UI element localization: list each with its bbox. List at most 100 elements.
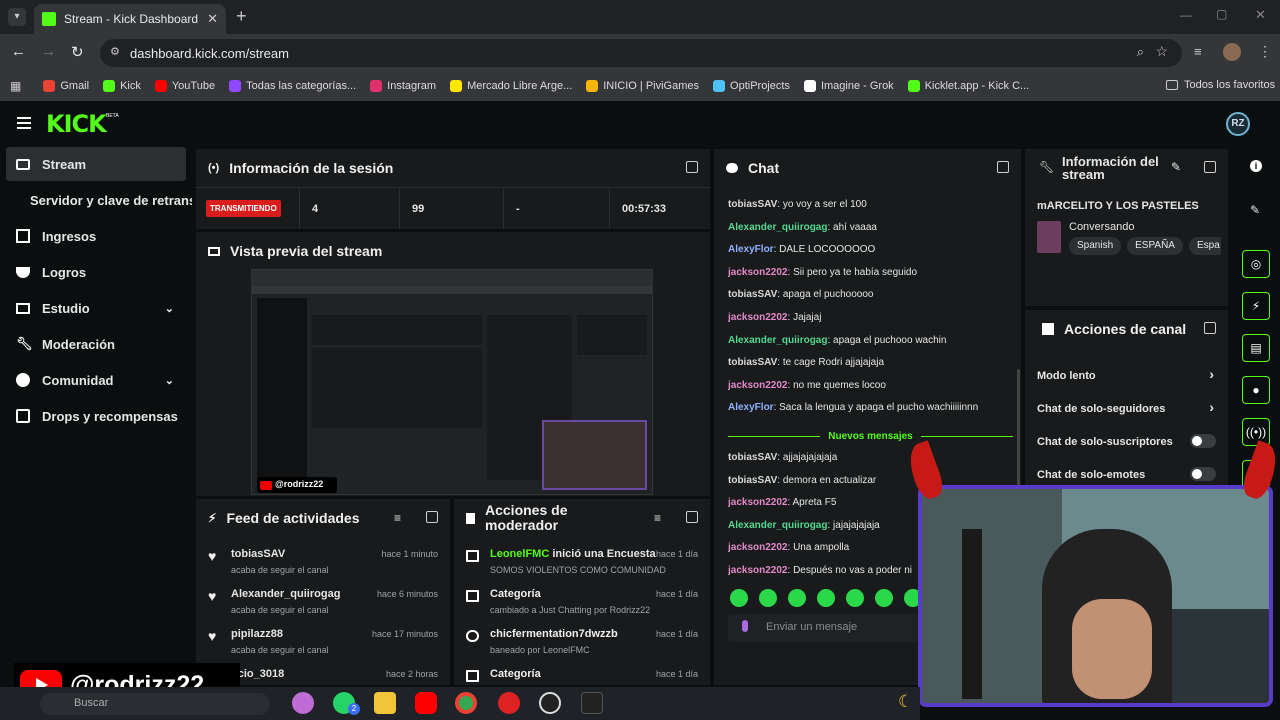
user-avatar[interactable]: RZ — [1226, 112, 1250, 136]
edit-pencil-icon[interactable]: ✎ — [1171, 160, 1181, 174]
minimize-button[interactable]: — — [1180, 8, 1192, 22]
chat-input[interactable]: Enviar un mensaje — [728, 614, 938, 642]
chat-message[interactable]: tobiasSAV: te cage Rodri ajjajajaja — [728, 352, 1013, 375]
chat-username[interactable]: jackson2202 — [728, 497, 788, 508]
microphone-icon[interactable] — [742, 620, 748, 632]
document-rail-button[interactable]: ▤ — [1242, 334, 1270, 362]
url-field[interactable]: ⚙ dashboard.kick.com/stream ⌕ ☆ — [100, 39, 1182, 67]
site-info-icon[interactable]: ⚙ — [110, 45, 120, 58]
feed-item[interactable]: ♥ tobiasSAV hace 1 minuto acaba de seguir e… — [208, 546, 438, 586]
filter-icon[interactable]: ≡ — [654, 511, 661, 525]
apps-grid-icon[interactable]: ▦ — [10, 79, 21, 93]
emote-icon[interactable] — [788, 589, 806, 607]
media-control-icon[interactable]: ≡ — [1194, 44, 1202, 59]
lightning-rail-button[interactable]: ⚡︎ — [1242, 292, 1270, 320]
channel-action-item[interactable]: Modo lento › — [1025, 362, 1228, 390]
chat-message[interactable]: tobiasSAV: apaga el puchooooo — [728, 284, 1013, 307]
channel-action-item[interactable]: Chat de solo-seguidores › — [1025, 395, 1228, 423]
chat-rail-button[interactable]: ● — [1242, 376, 1270, 404]
stream-tag[interactable]: ESPAÑA — [1127, 237, 1183, 255]
zoom-icon[interactable]: ⌕ — [1137, 44, 1144, 60]
chat-username[interactable]: AlexyFlor — [728, 402, 774, 413]
chat-username[interactable]: jackson2202 — [728, 565, 788, 576]
chat-username[interactable]: tobiasSAV — [728, 357, 777, 368]
maximize-button[interactable]: ▢ — [1216, 7, 1227, 21]
channel-action-item[interactable]: Chat de solo-suscriptores — [1025, 428, 1228, 456]
popout-icon[interactable] — [426, 511, 438, 523]
filter-icon[interactable]: ≡ — [394, 511, 401, 525]
sidebar-item-servidor[interactable]: Servidor y clave de retransm — [14, 182, 192, 218]
chat-username[interactable]: tobiasSAV — [728, 199, 777, 210]
stream-tag[interactable]: Spanish — [1069, 237, 1122, 255]
stream-tag[interactable]: Espa — [1188, 237, 1221, 255]
emote-icon[interactable] — [875, 589, 893, 607]
obs-icon[interactable] — [539, 692, 561, 714]
chat-username[interactable]: tobiasSAV — [728, 475, 777, 486]
sidebar-item-estudio[interactable]: Estudio ⌄ — [0, 290, 186, 326]
new-tab-button[interactable]: + — [236, 6, 247, 27]
toggle-switch[interactable] — [1190, 434, 1216, 448]
browser-menu-icon[interactable]: ⋮ — [1258, 43, 1272, 60]
hamburger-menu-icon[interactable] — [17, 117, 31, 129]
chat-username[interactable]: Alexander_quiirogag — [728, 520, 827, 531]
bookmark-star-icon[interactable]: ☆ — [1155, 43, 1168, 60]
emote-icon[interactable] — [846, 589, 864, 607]
bookmark-item[interactable]: Gmail — [43, 80, 89, 92]
chat-message[interactable]: AlexyFlor: DALE LOCOOOOOO — [728, 239, 1013, 262]
mod-action-item[interactable]: Categoría hace 1 día cambiado a Just Chatt… — [466, 586, 698, 626]
tab-list-button[interactable]: ▾ — [8, 8, 26, 26]
app-icon[interactable] — [581, 692, 603, 714]
sidebar-item-comunidad[interactable]: Comunidad ⌄ — [0, 362, 186, 398]
chat-username[interactable]: Alexander_quiirogag — [728, 222, 827, 233]
chat-message[interactable]: jackson2202: no me quemes locoo — [728, 375, 1013, 398]
chat-username[interactable]: jackson2202 — [728, 380, 788, 391]
chat-message[interactable]: jackson2202: Sii pero ya te había seguid… — [728, 262, 1013, 285]
browser-app-icon[interactable] — [498, 692, 520, 714]
file-explorer-icon[interactable] — [374, 692, 396, 714]
chat-username[interactable]: Alexander_quiirogag — [728, 335, 827, 346]
close-window-button[interactable]: ✕ — [1255, 7, 1266, 23]
close-tab-icon[interactable]: ✕ — [207, 11, 218, 27]
sidebar-item-stream[interactable]: Stream — [6, 147, 186, 181]
bookmark-item[interactable]: Mercado Libre Arge... — [450, 80, 572, 92]
chat-message[interactable]: Alexander_quiirogag: ahí vaaaa — [728, 217, 1013, 240]
popout-icon[interactable] — [686, 161, 698, 173]
bookmark-item[interactable]: YouTube — [154, 80, 215, 92]
chat-message[interactable]: Alexander_quiirogag: apaga el puchooo wa… — [728, 330, 1013, 353]
browser-tab[interactable]: Stream - Kick Dashboard ✕ — [34, 4, 226, 34]
chevron-right-icon[interactable]: › — [1209, 399, 1214, 415]
bookmark-item[interactable]: Kick — [103, 80, 141, 92]
chat-message[interactable]: jackson2202: Jajajaj — [728, 307, 1013, 330]
emote-icon[interactable] — [759, 589, 777, 607]
emote-icon[interactable] — [817, 589, 835, 607]
chat-username[interactable]: tobiasSAV — [728, 452, 777, 463]
mod-action-item[interactable]: LeonelFMC inició una Encuesta hace 1 día S… — [466, 546, 698, 586]
sidebar-item-drops[interactable]: Drops y recompensas — [0, 398, 178, 434]
popout-icon[interactable] — [686, 511, 698, 523]
edit-icon[interactable]: ✎ — [1250, 203, 1260, 217]
popout-icon[interactable] — [1204, 161, 1216, 173]
sidebar-item-moderacion[interactable]: 🔧︎ Moderación — [0, 326, 115, 362]
popout-icon[interactable] — [997, 161, 1009, 173]
stream-preview-video[interactable]: @rodrizz22 — [251, 269, 653, 495]
reload-icon[interactable]: ↻ — [71, 43, 84, 61]
chat-username[interactable]: tobiasSAV — [728, 289, 777, 300]
chat-message[interactable]: tobiasSAV: ajjajajajajaja — [728, 447, 1013, 470]
info-icon[interactable]: i — [1250, 160, 1262, 172]
copilot-icon[interactable] — [292, 692, 314, 714]
chevron-right-icon[interactable]: › — [1209, 366, 1214, 382]
chat-username[interactable]: jackson2202 — [728, 542, 788, 553]
camera-rail-button[interactable]: ◎ — [1242, 250, 1270, 278]
bookmark-item[interactable]: Kicklet.app - Kick C... — [907, 80, 1029, 92]
broadcast-rail-button[interactable]: ((•)) — [1242, 418, 1270, 446]
kick-logo[interactable]: KICK — [46, 110, 107, 138]
chat-username[interactable]: jackson2202 — [728, 267, 788, 278]
chat-username[interactable]: AlexyFlor — [728, 244, 774, 255]
sidebar-item-ingresos[interactable]: Ingresos — [0, 218, 96, 254]
chat-username[interactable]: jackson2202 — [728, 312, 788, 323]
bookmark-item[interactable]: Imagine - Grok — [803, 80, 894, 92]
bookmark-item[interactable]: INICIO | PiviGames — [586, 80, 699, 92]
forward-arrow-icon[interactable]: → — [41, 43, 56, 60]
chrome-icon[interactable] — [455, 692, 477, 714]
feed-item[interactable]: ♥ pipilazz88 hace 17 minutos acaba de segui… — [208, 626, 438, 666]
